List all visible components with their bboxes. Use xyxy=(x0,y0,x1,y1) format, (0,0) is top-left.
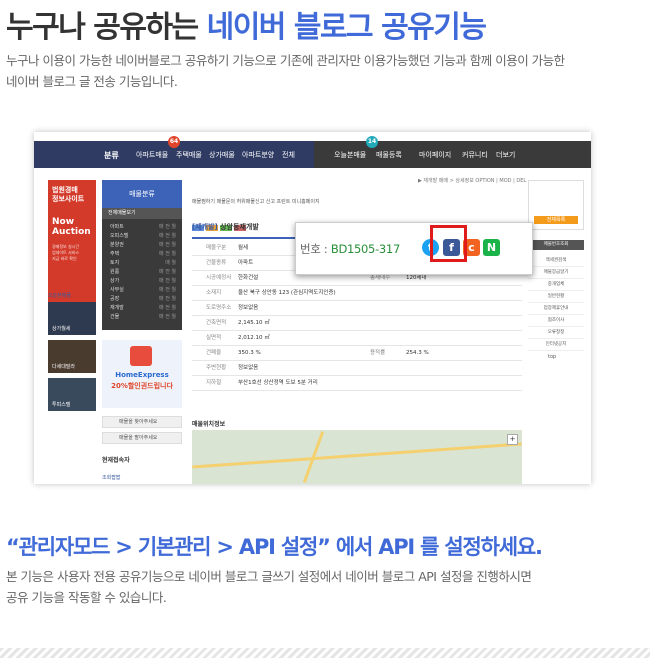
recent-view-caption: 오늘본매물 xyxy=(48,293,72,299)
right-panel-link[interactable]: 협조이사 xyxy=(528,316,584,327)
property-title: [재개발] 상암동재개발 xyxy=(192,222,259,232)
sell-property-button[interactable]: 매물을 팔아주세요 xyxy=(102,432,182,444)
right-panel-link[interactable]: 인터넷공지 xyxy=(528,340,584,351)
page-description-line: 누구나 이용이 가능한 네이버블로그 공유하기 기능으로 기존에 관리자만 이용… xyxy=(6,53,565,68)
nav-item[interactable]: 아파트매물 xyxy=(136,150,168,160)
nav-item[interactable]: 더보기 xyxy=(496,150,515,160)
table-row: 소재지 울산 북구 상안동 123 (관심지역도지인증) xyxy=(192,286,522,301)
category-head: 매물분류 xyxy=(102,180,182,208)
action-icon-row[interactable]: 매물찜하기 매물문의 허위매물신고 신고 프린트 미니홈페이지 xyxy=(192,198,320,205)
nav-badge: 14 xyxy=(366,136,378,148)
find-property-button[interactable]: 매물을 찾아주세요 xyxy=(102,416,182,428)
recent-thumb[interactable]: 다세대빌라 xyxy=(48,340,96,373)
recent-thumb[interactable]: 투피스텔 xyxy=(48,378,96,411)
recent-thumb[interactable]: 상가월세 xyxy=(48,302,96,335)
category-item[interactable]: 사무실 매 전 월 xyxy=(102,286,182,295)
property-title-text: 상암동재개발 xyxy=(220,223,259,231)
banner-line: Now xyxy=(52,217,75,227)
category-item[interactable]: 공장 매 전 월 xyxy=(102,295,182,304)
property-code: 번호 : BD1505-317 xyxy=(300,241,400,257)
page-title-highlight: 네이버 블로그 공유기능 xyxy=(206,10,487,45)
category-item[interactable]: 상가 매 전 월 xyxy=(102,277,182,286)
banner-line: 정보사이트 xyxy=(52,195,85,203)
table-row: 주변현황 정보없음 xyxy=(192,361,522,376)
category-item[interactable]: 원룸 매 전 월 xyxy=(102,268,182,277)
full-list-button[interactable]: 전체목록 xyxy=(534,216,578,224)
table-row: 도로명주소 정보없음 xyxy=(192,301,522,316)
now-visitors-title: 현재접속자 xyxy=(102,457,130,464)
right-panel-link[interactable]: 중개업체 xyxy=(528,280,584,291)
right-panel-link[interactable]: 업장제휴안내 xyxy=(528,304,584,315)
breadcrumb: ▶ 재개발 매매 > 상세정보 OPTION | MOD | DEL xyxy=(418,178,527,184)
section-description-line: 본 기능은 사용자 전용 공유기능으로 네이버 블로그 글쓰기 설정에서 네이버… xyxy=(6,569,532,584)
category-item[interactable]: 오피스텔 매 전 월 xyxy=(102,232,182,241)
page-description: 누구나 이용이 가능한 네이버블로그 공유하기 기능으로 기존에 관리자만 이용… xyxy=(6,50,636,92)
property-prefix: [재개발] xyxy=(192,223,218,231)
section-description-line: 공유 기능을 작동할 수 있습니다. xyxy=(6,590,167,605)
nav-brand[interactable]: 분류 xyxy=(104,150,119,161)
top-navbar: 분류 아파트매물 주택매물 상가매물 아파트분양 전체 64 오늘본매물 매물등… xyxy=(34,136,591,168)
category-menu: 매물분류 전체매물보기 아파트 매 전 월 오피스텔 매 전 월 분양권 매 전 월 … xyxy=(102,180,182,330)
right-panel-link[interactable]: 매물장금알기 xyxy=(528,268,584,279)
category-item[interactable]: 주택 매 전 월 xyxy=(102,250,182,259)
right-panel-link[interactable]: 맥세권검색 xyxy=(528,256,584,267)
homeexpress-promo[interactable]: HomeExpress 20%할인권드립니다 xyxy=(102,340,182,408)
map-zoom-in-button[interactable]: + xyxy=(507,434,518,445)
naver-share-highlight xyxy=(430,225,467,262)
category-item[interactable]: 건물 매 전 월 xyxy=(102,313,182,322)
page-description-line: 네이버 블로그 글 전송 기능입니다. xyxy=(6,74,178,89)
banner-line: 지금 바로 확인 xyxy=(52,256,77,261)
map-title: 매물위치정보 xyxy=(192,421,226,428)
location-map[interactable]: + xyxy=(192,430,522,484)
property-code-label: 번호 : xyxy=(300,242,331,256)
table-row: 건폐율 350.3 % 용적률 254.3 % xyxy=(192,346,522,361)
category-item[interactable]: 토지 매 월 xyxy=(102,259,182,268)
banner-line: Auction xyxy=(52,227,91,237)
section-description: 본 기능은 사용자 전용 공유기능으로 네이버 블로그 글쓰기 설정에서 네이버… xyxy=(6,566,636,608)
nav-item[interactable]: 상가매물 xyxy=(209,150,235,160)
property-number-lookup[interactable]: 매물번호조회 xyxy=(528,240,584,250)
promo-title: HomeExpress xyxy=(115,371,169,379)
right-panel-link[interactable]: 일반현황 xyxy=(528,292,584,303)
now-visitors-item: 조회짭짭 xyxy=(102,475,121,481)
embedded-screenshot: 분류 아파트매물 주택매물 상가매물 아파트분양 전체 64 오늘본매물 매물등… xyxy=(34,132,591,484)
page-title: 누구나 공유하는 네이버 블로그 공유기능 xyxy=(6,2,487,46)
table-row: 건축면적 2,145.10 ㎡ xyxy=(192,316,522,331)
table-row: 실면적 2,012.10 ㎡ xyxy=(192,331,522,346)
scroll-top-button[interactable]: top xyxy=(548,354,556,360)
nav-item[interactable]: 매물등록 xyxy=(376,150,402,160)
property-code-value: BD1505-317 xyxy=(330,242,400,256)
page-title-prefix: 누구나 공유하는 xyxy=(6,10,207,45)
bottom-stripe-divider xyxy=(0,648,650,658)
map-road xyxy=(192,442,522,469)
nav-item[interactable]: 마이페이지 xyxy=(419,150,451,160)
nav-badge: 64 xyxy=(168,136,180,148)
section-subtitle: “관리자모드 > 기본관리 > API 설정” 에서 API 를 설정하세요. xyxy=(6,535,543,559)
thumb-label: 상가월세 xyxy=(52,326,71,332)
nav-item[interactable]: 전체 xyxy=(282,150,295,160)
right-panel-link[interactable]: 오류정정 xyxy=(528,328,584,339)
auction-banner[interactable]: 법원경매 정보사이트 Now Auction 경매정보 실시간 업데이트 서비스 지금 … xyxy=(48,180,96,305)
nav-item[interactable]: 오늘본매물 xyxy=(334,150,366,160)
share-callout-zoom: 번호 : BD1505-317 t f c N xyxy=(295,222,533,275)
banner-line: 법원경매 xyxy=(52,186,78,194)
category-item[interactable]: 아파트 매 전 월 xyxy=(102,223,182,232)
nav-item[interactable]: 커뮤니티 xyxy=(462,150,488,160)
naver-blog-icon[interactable]: N xyxy=(483,239,500,256)
category-selected[interactable]: 전체매물보기 xyxy=(102,208,182,219)
thumb-label: 투피스텔 xyxy=(52,402,71,408)
nav-item[interactable]: 아파트분양 xyxy=(242,150,274,160)
promo-subtitle: 20%할인권드립니다 xyxy=(111,382,173,390)
table-row: 지하철 부산1호선 상산정역 도보 5분 거리 xyxy=(192,376,522,391)
thumb-label: 다세대빌라 xyxy=(52,364,76,370)
nav-item[interactable]: 주택매물 xyxy=(176,150,202,160)
truck-icon xyxy=(130,346,152,366)
category-item[interactable]: 재개발 매 전 월 xyxy=(102,304,182,313)
category-item[interactable]: 분양권 매 전 월 xyxy=(102,241,182,250)
